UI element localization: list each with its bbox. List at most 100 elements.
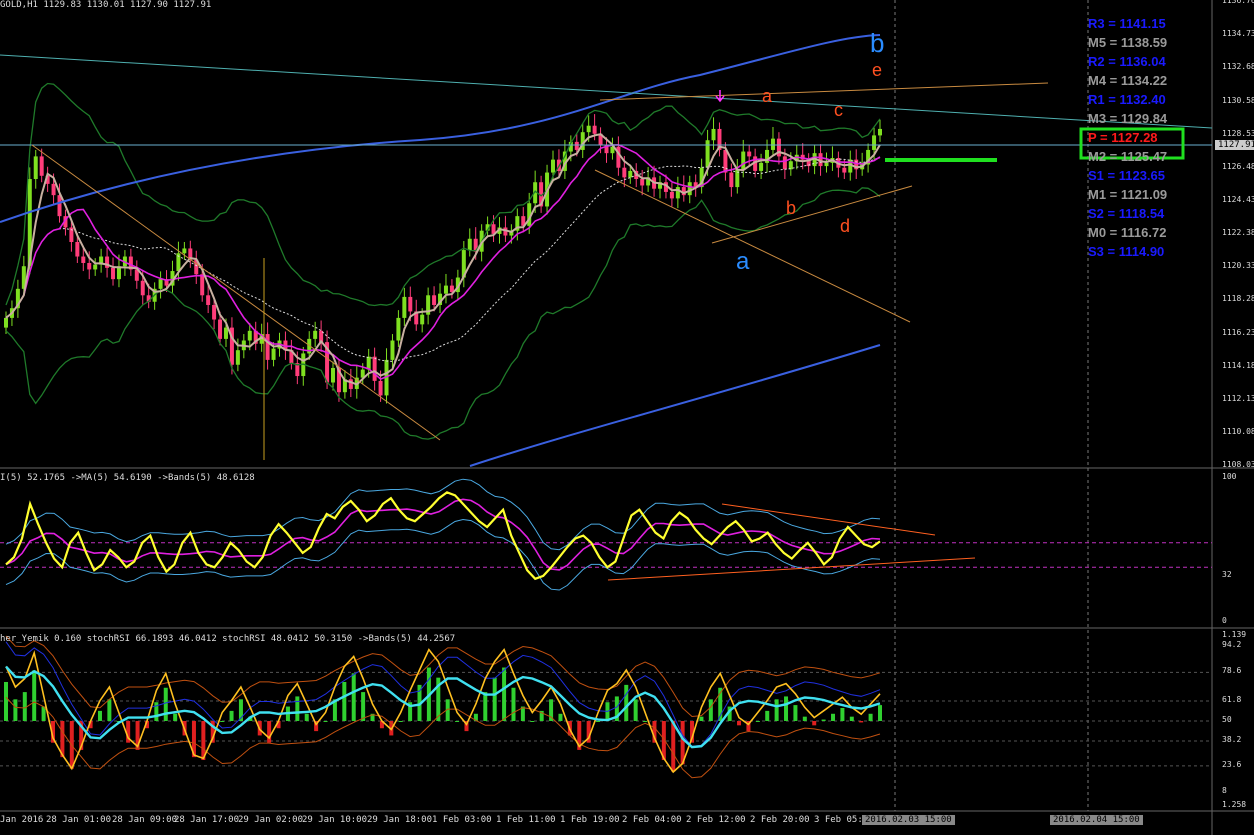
time-tick-label: 1 Feb 03:00 <box>432 815 492 825</box>
rsi-line <box>5 491 881 581</box>
wave-label: d <box>840 216 851 236</box>
pivot-level-label: S2 = 1118.54 <box>1088 206 1165 221</box>
trendline-support <box>711 185 913 244</box>
stoch-histogram-bar <box>342 681 347 721</box>
wave-label: b <box>870 28 885 58</box>
candle-body <box>747 151 752 157</box>
candle-body <box>93 264 98 270</box>
stoch-histogram-bar <box>840 707 845 721</box>
chart-canvas <box>0 0 1254 835</box>
time-tick-label: 28 Jan 09:00 <box>112 815 178 825</box>
stoch-axis-label: 1.139 <box>1222 630 1247 639</box>
candle-body <box>402 296 407 318</box>
time-tick-label: 29 Jan 10:00 <box>302 815 368 825</box>
pivot-level-label: M4 = 1134.22 <box>1088 73 1168 88</box>
candle-body <box>574 141 579 150</box>
stoch-axis-label: 38.2 <box>1222 735 1242 745</box>
stoch-histogram-bar <box>173 713 178 721</box>
stoch-histogram-bar <box>32 670 37 721</box>
candle-body <box>592 125 597 134</box>
rsi-axis-label: 0 <box>1222 616 1227 625</box>
price-tick-label: 1128.53 <box>1222 128 1254 138</box>
pivot-level-label: M0 = 1116.72 <box>1088 225 1167 240</box>
stoch-histogram-bar <box>859 721 864 723</box>
candle-body <box>669 191 674 199</box>
price-tick-label: 1126.48 <box>1222 162 1254 172</box>
candle-body <box>741 151 746 170</box>
stoch-histogram-bar <box>502 667 507 721</box>
rsi-header: I(5) 52.1765 ->MA(5) 54.6190 ->Bands(5) … <box>0 473 255 483</box>
wave-label: b <box>786 198 797 218</box>
candle-body <box>331 367 336 383</box>
stoch-histogram-bar <box>633 699 638 721</box>
stoch-histogram-bar <box>699 716 704 721</box>
rsi-trendline-lower <box>607 557 976 581</box>
rsi-ma <box>5 498 881 571</box>
stoch-histogram-bar <box>596 721 601 722</box>
stoch-axis-label: 1.258 <box>1222 800 1247 809</box>
wave-label: e <box>872 60 883 80</box>
trendline-down <box>31 144 441 441</box>
candle-body <box>235 350 240 365</box>
stoch-axis-label: 8 <box>1222 786 1227 796</box>
candle-body <box>265 334 270 360</box>
candle-body <box>705 140 710 168</box>
stoch-histogram-bar <box>755 721 760 722</box>
stoch-signal-line <box>5 648 881 774</box>
pivot-level-label: R1 = 1132.40 <box>1088 92 1166 107</box>
candle-body <box>675 187 680 199</box>
price-tick-label: 1136.76 <box>1222 0 1254 5</box>
stoch-axis-label: 94.2 <box>1222 639 1242 649</box>
symbol-info: GOLD,H1 1129.83 1130.01 1127.90 1127.91 <box>0 0 212 10</box>
pivot-level-label: M5 = 1138.59 <box>1088 35 1168 50</box>
stoch-histogram-bar <box>802 716 807 721</box>
candle-body <box>782 156 787 170</box>
candle-body <box>158 279 163 289</box>
candle-body <box>223 327 228 339</box>
stoch-histogram-bar <box>784 696 789 721</box>
candle-body <box>396 317 401 341</box>
stoch-histogram-bar <box>765 710 770 721</box>
price-tick-label: 1130.58 <box>1222 95 1254 105</box>
candle-body <box>408 296 413 312</box>
price-tick-label: 1124.43 <box>1222 195 1254 205</box>
candle-body <box>206 295 211 305</box>
candle-body <box>75 241 80 257</box>
stoch-histogram-bar <box>229 710 234 721</box>
candle-body <box>842 167 847 173</box>
candle-body <box>218 319 223 339</box>
stoch-axis-label: 23.6 <box>1222 759 1242 769</box>
stoch-histogram-bar <box>821 719 826 721</box>
candle-body <box>550 159 555 173</box>
stoch-histogram-bar <box>624 684 629 721</box>
pivot-level-label: R3 = 1141.15 <box>1088 16 1166 31</box>
stoch-axis-label: 78.6 <box>1222 666 1242 676</box>
trendline-cyan <box>0 54 1213 129</box>
pivot-level-label: R2 = 1136.04 <box>1088 54 1166 69</box>
stoch-header: her_Yemik 0.160 stochRSI 66.1893 46.0412… <box>0 634 456 644</box>
candle-body <box>200 274 205 296</box>
candle-body <box>212 304 217 320</box>
stoch-histogram-bar <box>323 721 328 722</box>
candle-body <box>788 161 793 170</box>
candle-body <box>586 125 591 133</box>
pivot-level-label: M2 = 1125.47 <box>1088 149 1168 164</box>
candle-body <box>81 256 86 263</box>
price-tick-label: 1134.73 <box>1222 28 1254 38</box>
time-tick-label: 29 Jan 18:00 <box>367 815 433 825</box>
pivot-level-label: S1 = 1123.65 <box>1088 168 1165 183</box>
stoch-histogram-bar <box>643 721 648 722</box>
candle-body <box>372 356 377 381</box>
time-tag-2: 2016.02.04 15:00 <box>1050 815 1143 825</box>
pivot-level-label: P = 1127.28 <box>1088 130 1158 145</box>
time-tick-label: 2 Feb 12:00 <box>686 815 746 825</box>
candle-body <box>420 314 425 325</box>
candle-body <box>711 128 716 141</box>
price-tick-label: 1110.08 <box>1222 426 1254 436</box>
candle-body <box>390 340 395 360</box>
candle-body <box>729 172 734 188</box>
time-tag-1: 2016.02.03 15:00 <box>862 815 955 825</box>
stoch-histogram-bar <box>868 713 873 721</box>
stoch-histogram-bar <box>13 699 18 721</box>
stoch-histogram-bar <box>793 705 798 721</box>
